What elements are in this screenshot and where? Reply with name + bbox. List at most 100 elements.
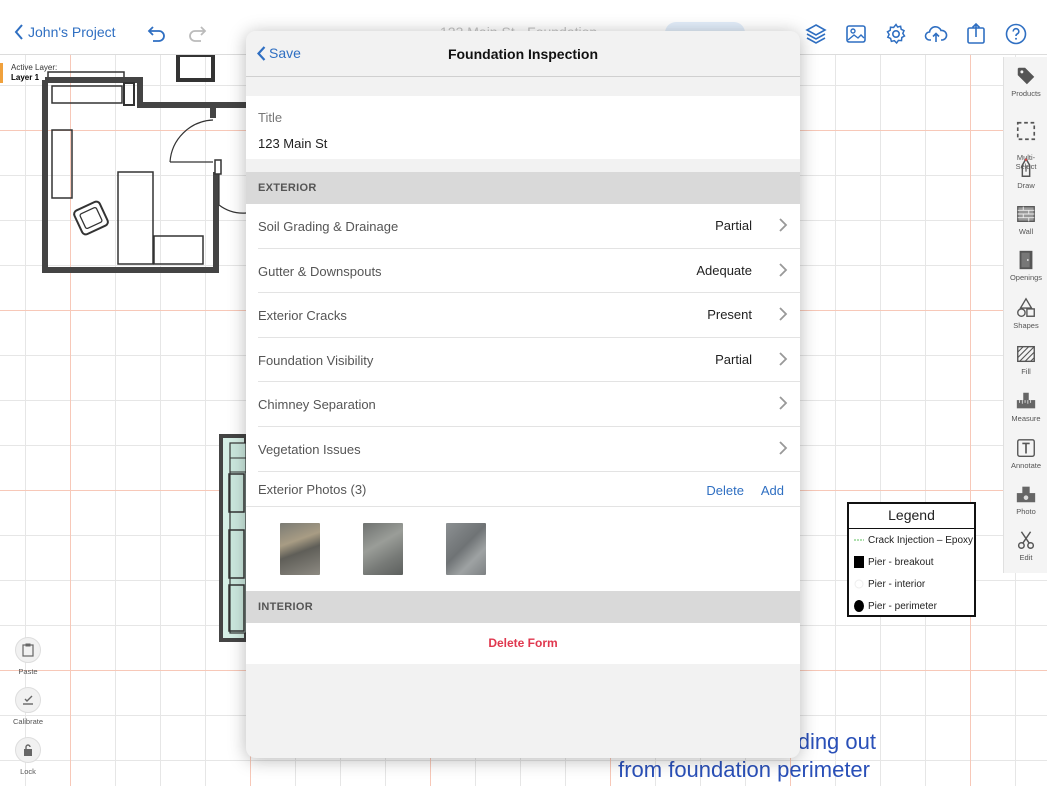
- chevron-right-icon: [779, 262, 788, 277]
- black-square-icon: [854, 556, 864, 568]
- measure-tool-label: Measure: [1011, 414, 1041, 423]
- paste-tool-label: Paste: [18, 667, 38, 676]
- camera-icon: [1016, 486, 1036, 503]
- image-icon[interactable]: [844, 22, 868, 46]
- help-icon[interactable]: [1004, 22, 1028, 46]
- add-photo-button[interactable]: Add: [761, 483, 784, 498]
- row-value: Partial: [715, 218, 752, 233]
- products-tool[interactable]: Products: [1004, 65, 1047, 98]
- legend-item: Pier - interior: [849, 573, 974, 595]
- chevron-right-icon: [779, 441, 788, 455]
- legend-title: Legend: [849, 504, 974, 529]
- layers-icon[interactable]: [804, 22, 828, 46]
- edit-tool[interactable]: Edit: [1004, 529, 1047, 562]
- door-icon: [1019, 250, 1033, 270]
- row-label: Chimney Separation: [258, 397, 376, 413]
- photo-thumbnail[interactable]: [446, 522, 486, 575]
- row-label: Soil Grading & Drainage: [258, 219, 399, 234]
- exterior-photos-label: Exterior Photos (3): [258, 481, 367, 497]
- wall-tool-label: Wall: [1018, 227, 1034, 236]
- photo-tool-label: Photo: [1016, 507, 1036, 516]
- fill-tool-label: Fill: [1021, 367, 1031, 376]
- measure-tool[interactable]: Measure: [1004, 390, 1047, 423]
- text-icon: [1017, 439, 1035, 457]
- products-tool-label: Products: [1011, 89, 1041, 98]
- shapes-tool-label: Shapes: [1013, 321, 1039, 330]
- exterior-photos-row: Exterior Photos (3) Delete Add: [246, 471, 800, 507]
- paste-icon: [22, 643, 34, 657]
- annotation-line-2: from foundation perimeter: [618, 757, 870, 782]
- openings-tool-label: Openings: [1009, 273, 1043, 282]
- right-tool-palette: Products Multi- Select Draw Wall Opening…: [1003, 57, 1047, 573]
- form-title: Foundation Inspection: [447, 46, 599, 62]
- title-field-label: Title: [258, 110, 283, 125]
- draw-icon: [1021, 157, 1031, 177]
- form-row-gutter-downspouts[interactable]: Gutter & Downspouts Adequate: [246, 248, 800, 294]
- form-row-chimney-separation[interactable]: Chimney Separation: [246, 382, 800, 427]
- photo-thumbnail[interactable]: [280, 522, 320, 575]
- plan-legend[interactable]: Legend Crack Injection – Epoxy Pier - br…: [847, 502, 976, 617]
- photo-thumbnails: [246, 506, 800, 591]
- row-label: Foundation Visibility: [258, 352, 374, 368]
- chevron-right-icon: [779, 218, 788, 232]
- calibrate-tool[interactable]: Calibrate: [8, 687, 48, 726]
- row-label: Exterior Cracks: [258, 308, 347, 324]
- shapes-icon: [1017, 297, 1035, 317]
- wall-tool[interactable]: Wall: [1004, 203, 1047, 236]
- delete-photo-button[interactable]: Delete: [706, 483, 744, 498]
- chevron-left-icon: [14, 24, 23, 40]
- row-label: Gutter & Downspouts: [258, 263, 382, 279]
- calibrate-icon: [23, 695, 33, 705]
- share-icon[interactable]: [964, 22, 988, 46]
- openings-tool[interactable]: Openings: [1004, 249, 1047, 282]
- back-to-project-button[interactable]: John's Project: [14, 24, 116, 40]
- edit-tool-label: Edit: [1019, 553, 1033, 562]
- annotate-tool[interactable]: Annotate: [1004, 437, 1047, 470]
- title-field[interactable]: Title 123 Main St: [246, 96, 800, 159]
- calibrate-tool-label: Calibrate: [12, 717, 43, 726]
- cloud-upload-icon[interactable]: [924, 22, 948, 46]
- legend-item-label: Pier - interior: [868, 578, 926, 590]
- form-row-foundation-visibility[interactable]: Foundation Visibility Partial: [246, 337, 800, 383]
- back-button-label: John's Project: [28, 24, 116, 40]
- legend-item-label: Pier - perimeter: [868, 600, 937, 612]
- title-field-value[interactable]: 123 Main St: [258, 136, 788, 151]
- shapes-tool[interactable]: Shapes: [1004, 297, 1047, 330]
- multi-select-icon: [1016, 121, 1036, 141]
- fill-icon: [1017, 345, 1035, 363]
- legend-item: Pier - perimeter: [849, 595, 974, 617]
- chevron-right-icon: [779, 307, 788, 321]
- form-row-vegetation-issues[interactable]: Vegetation Issues: [246, 426, 800, 472]
- tag-icon: [1017, 67, 1035, 85]
- paste-tool[interactable]: Paste: [8, 637, 48, 676]
- photo-thumbnail[interactable]: [363, 522, 403, 575]
- chevron-right-icon: [779, 352, 788, 366]
- measure-icon: [1016, 392, 1036, 409]
- redo-icon[interactable]: [186, 22, 210, 46]
- annotate-tool-label: Annotate: [1010, 461, 1042, 470]
- row-value: Present: [707, 307, 752, 323]
- legend-item-label: Pier - breakout: [868, 556, 934, 568]
- photo-tool[interactable]: Photo: [1004, 483, 1047, 516]
- draw-tool[interactable]: Draw: [1004, 157, 1047, 190]
- lock-tool[interactable]: Lock: [8, 737, 48, 776]
- interior-section-header: INTERIOR: [246, 590, 800, 623]
- undo-icon[interactable]: [144, 22, 168, 46]
- form-nav-bar: Save Foundation Inspection: [246, 31, 800, 77]
- row-value: Partial: [715, 351, 752, 367]
- row-label: Vegetation Issues: [258, 441, 361, 457]
- floor-plan-drawing[interactable]: [0, 55, 250, 655]
- legend-item: Crack Injection – Epoxy: [849, 529, 974, 551]
- chevron-right-icon: [779, 396, 788, 411]
- form-row-soil-grading[interactable]: Soil Grading & Drainage Partial: [246, 204, 800, 249]
- legend-item-label: Crack Injection – Epoxy: [868, 534, 974, 546]
- delete-form-button[interactable]: Delete Form: [246, 622, 800, 664]
- black-oval-icon: [854, 600, 864, 612]
- lock-tool-label: Lock: [20, 767, 36, 776]
- gear-icon[interactable]: [884, 22, 908, 46]
- inspection-form-sheet: Save Foundation Inspection Title 123 Mai…: [246, 31, 800, 758]
- form-row-exterior-cracks[interactable]: Exterior Cracks Present: [246, 293, 800, 338]
- fill-tool[interactable]: Fill: [1004, 343, 1047, 376]
- white-circle-icon: [854, 579, 864, 589]
- scissors-icon: [1017, 531, 1035, 549]
